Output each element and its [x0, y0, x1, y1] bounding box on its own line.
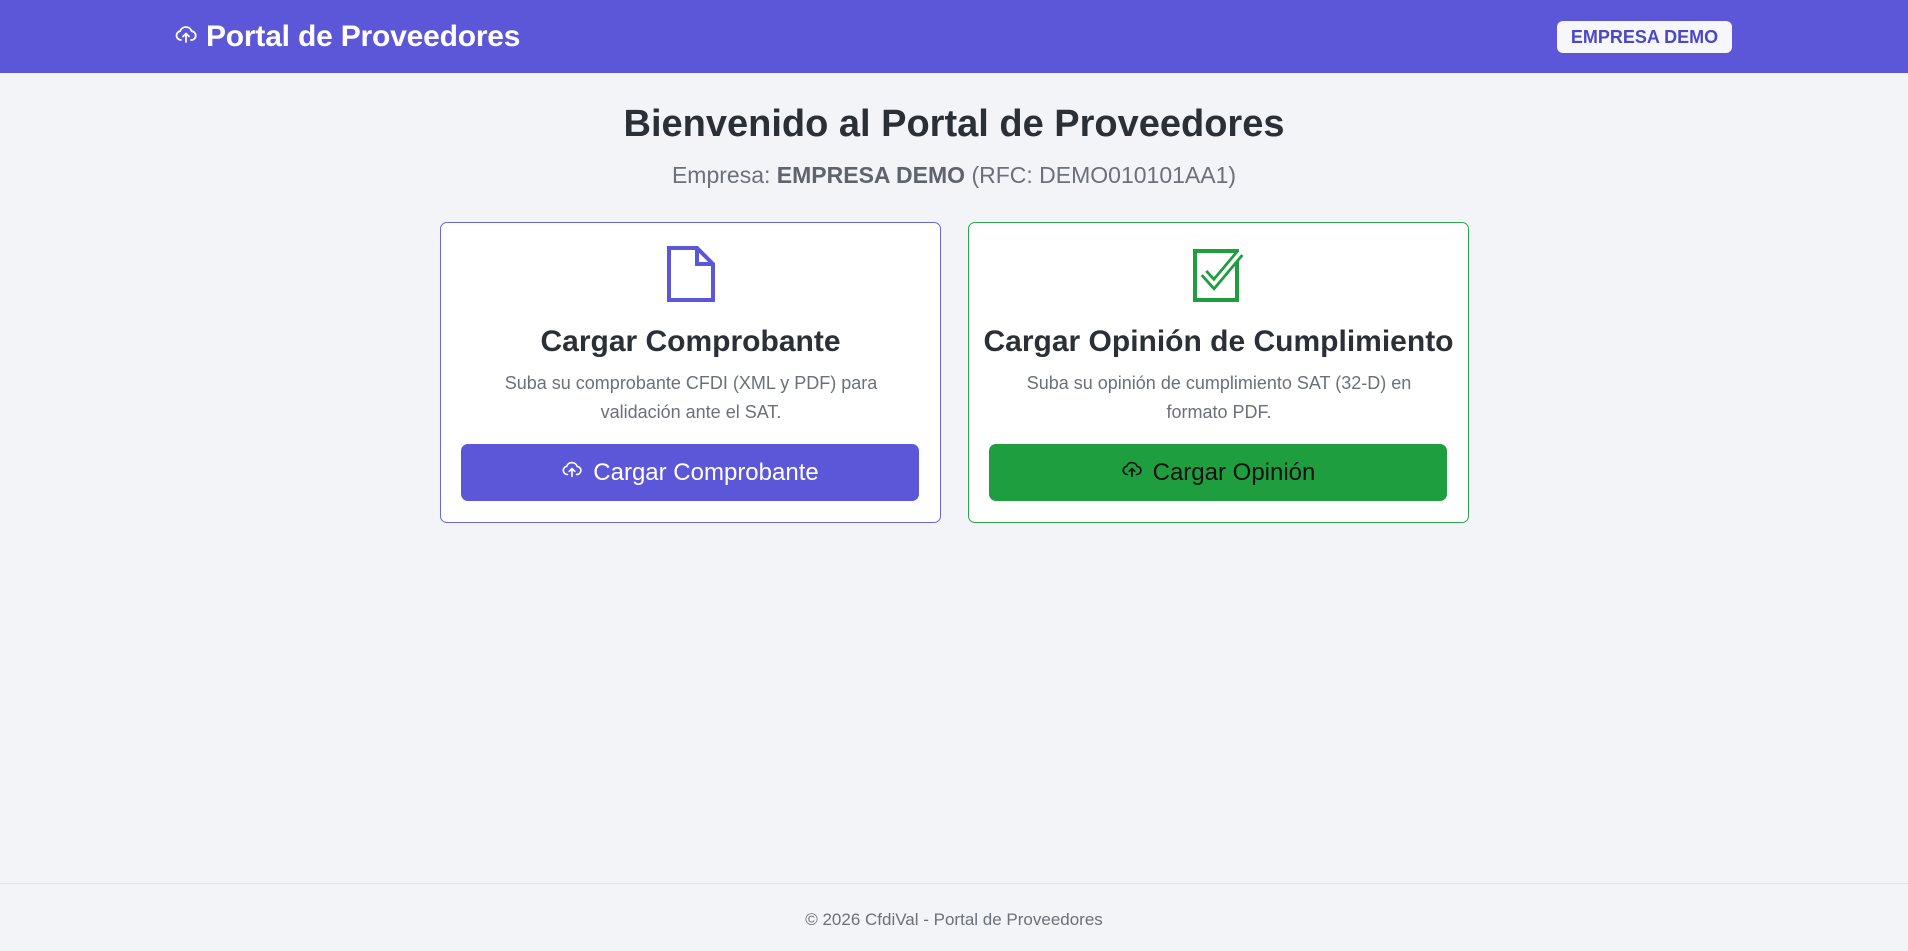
company-prefix: Empresa: — [671, 162, 771, 188]
card-title: Cargar Comprobante — [540, 325, 841, 358]
cloud-upload-icon — [174, 20, 198, 54]
company-name: EMPRESA DEMO — [776, 162, 966, 188]
upload-invoice-card: Cargar Comprobante Suba su comprobante C… — [440, 222, 941, 523]
cloud-upload-icon — [561, 458, 583, 487]
company-info: Empresa: EMPRESA DEMO (RFC: DEMO010101AA… — [0, 162, 1908, 189]
page-footer: © 2026 CfdiVal - Portal de Proveedores — [0, 883, 1908, 951]
top-navbar: Portal de Proveedores EMPRESA DEMO — [0, 0, 1908, 73]
card-title: Cargar Opinión de Cumplimiento — [983, 325, 1454, 358]
brand-link[interactable]: Portal de Proveedores — [174, 18, 520, 56]
card-description: Suba su comprobante CFDI (XML y PDF) par… — [504, 373, 878, 422]
button-label: Cargar Comprobante — [593, 458, 819, 486]
company-badge: EMPRESA DEMO — [1557, 21, 1732, 53]
document-icon — [664, 245, 718, 303]
brand-title: Portal de Proveedores — [206, 20, 521, 53]
cloud-upload-icon — [1121, 458, 1143, 487]
button-label: Cargar Opinión — [1152, 458, 1316, 486]
company-rfc: (RFC: DEMO010101AA1) — [971, 162, 1237, 188]
card-description: Suba su opinión de cumplimiento SAT (32-… — [1026, 373, 1412, 422]
check-square-icon — [1192, 245, 1246, 303]
page-title: Bienvenido al Portal de Proveedores — [623, 103, 1285, 145]
upload-compliance-card: Cargar Opinión de Cumplimiento Suba su o… — [968, 222, 1469, 523]
upload-invoice-button[interactable]: Cargar Comprobante — [461, 444, 919, 501]
footer-copyright: © 2026 CfdiVal - Portal de Proveedores — [805, 910, 1103, 929]
upload-compliance-button[interactable]: Cargar Opinión — [989, 444, 1447, 501]
